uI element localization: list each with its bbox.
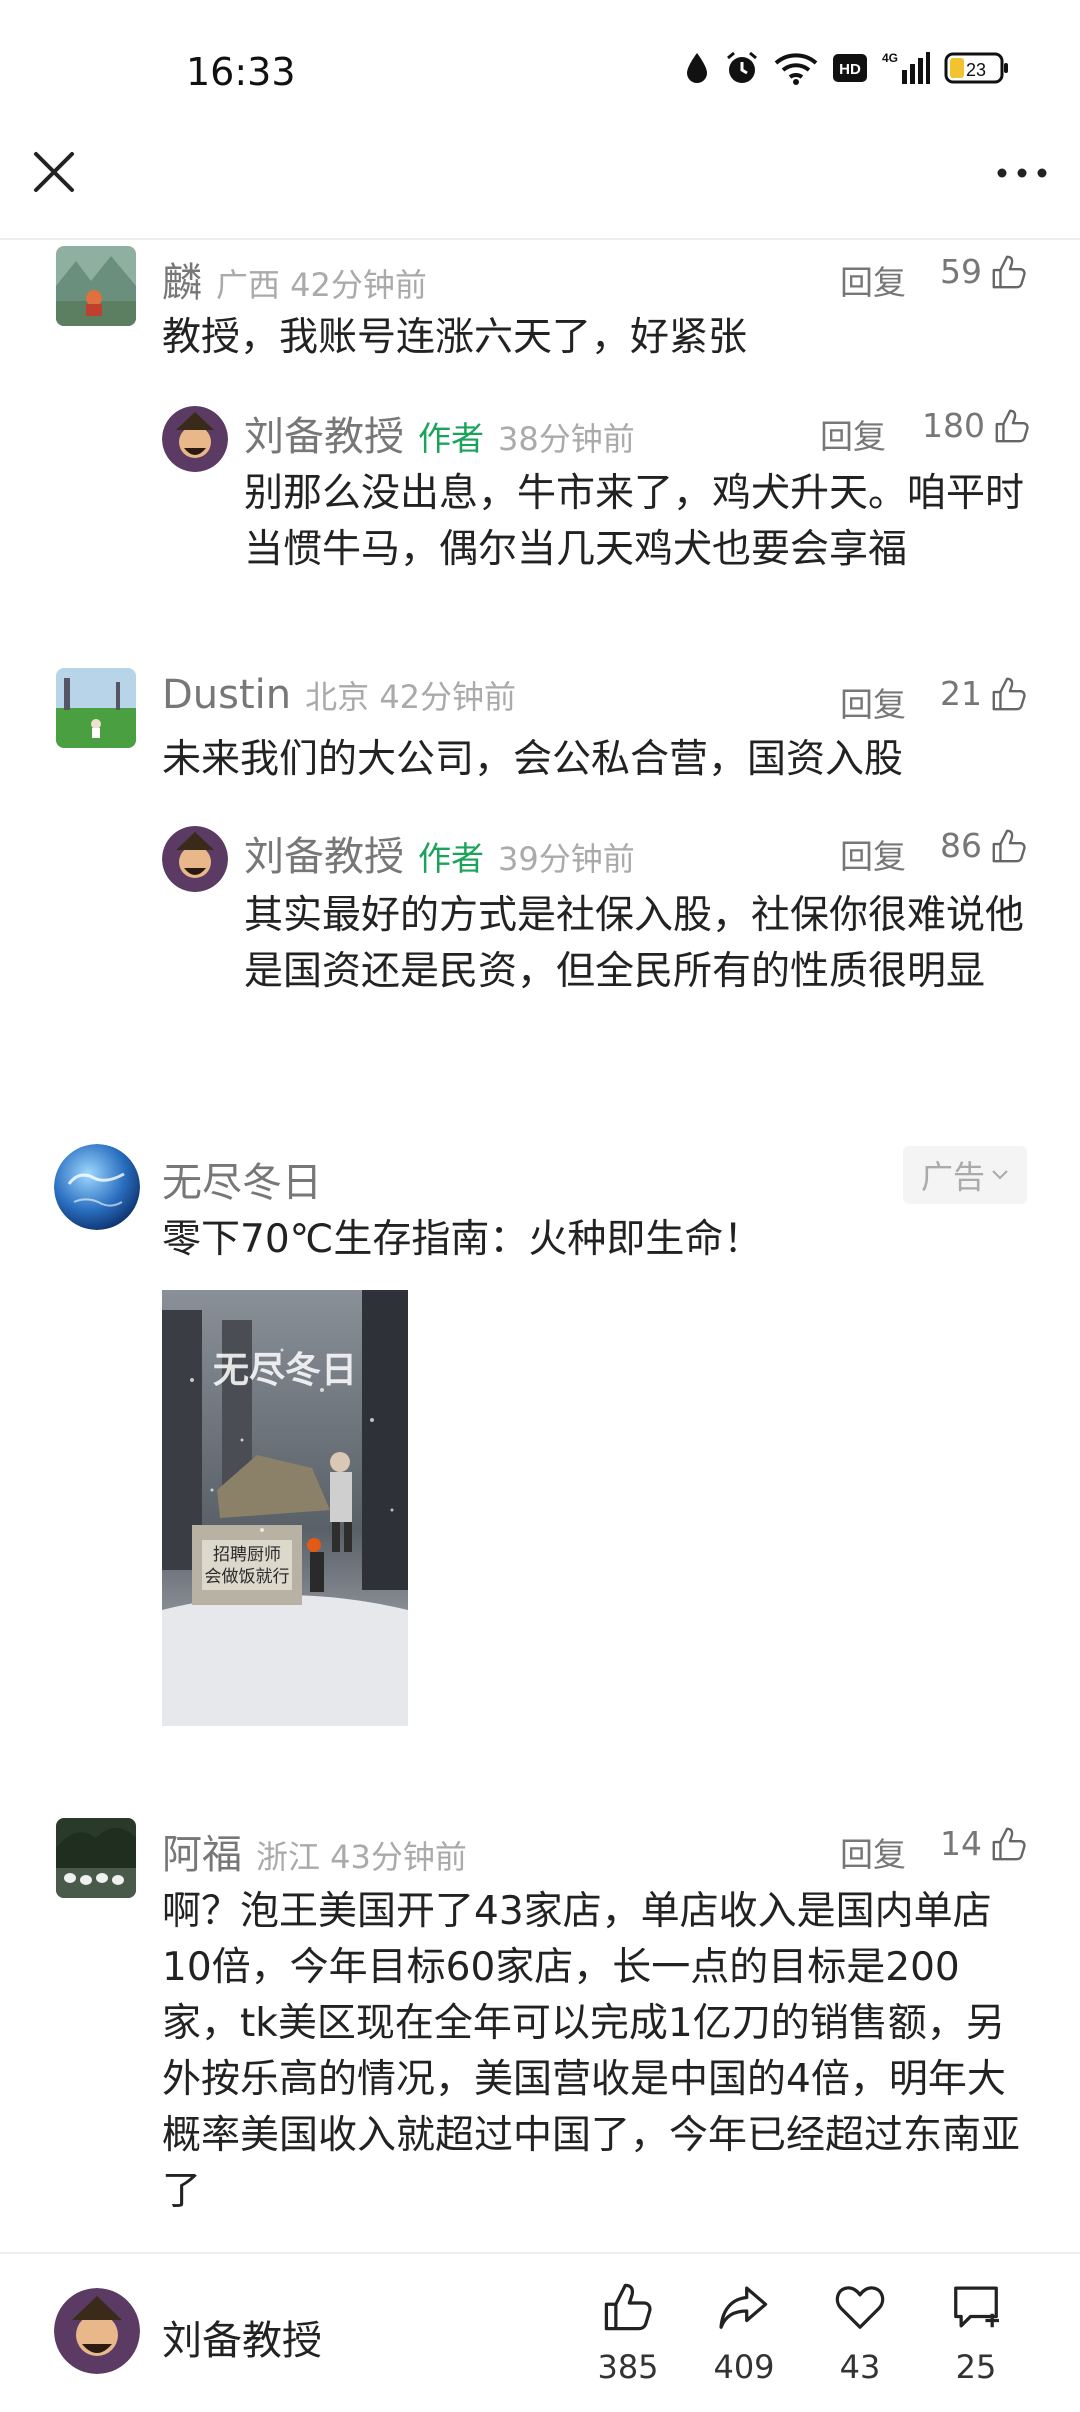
wifi-icon	[774, 53, 818, 85]
reply-avatar[interactable]	[162, 406, 228, 472]
close-icon[interactable]	[30, 148, 78, 196]
like-button[interactable]: 86	[940, 826, 1028, 865]
like-action[interactable]: 385	[578, 2280, 678, 2386]
ad-image[interactable]: 无尽冬日 招聘厨师 会做饭就行	[162, 1290, 408, 1726]
comment-add-icon	[954, 2286, 999, 2328]
favorite-action-count: 43	[839, 2348, 881, 2386]
ad-image-sign-line1: 招聘厨师	[213, 1545, 281, 1565]
comment-text: 啊？泡王美国开了43家店，单店收入是国内单店10倍，今年目标60家店，长一点的目…	[162, 1889, 1021, 2214]
comment-location-time: 北京 42分钟前	[305, 678, 517, 716]
battery-icon: 23	[944, 52, 1008, 84]
favorite-action[interactable]: 43	[810, 2280, 910, 2386]
reply-time: 39分钟前	[498, 840, 635, 878]
avatar[interactable]	[56, 246, 136, 326]
like-count: 14	[940, 1824, 982, 1863]
comment-action[interactable]: 25	[926, 2280, 1026, 2386]
comment-meta: Dustin 北京 42分钟前	[162, 672, 516, 718]
like-button[interactable]: 180	[922, 406, 1031, 445]
drop-icon	[687, 53, 707, 83]
ad-meta: 无尽冬日	[162, 1150, 322, 1208]
author-tag: 作者	[418, 419, 484, 458]
signal-icon: 4G	[882, 51, 930, 84]
thumbs-up-icon	[992, 255, 1026, 288]
reply-avatar[interactable]	[162, 826, 228, 892]
comment-text: 未来我们的大公司，会公私合营，国资入股	[162, 737, 904, 782]
hd-icon: HD	[833, 54, 867, 82]
thumbs-up-icon	[992, 1827, 1026, 1860]
reply-button[interactable]: 回复	[840, 830, 906, 878]
status-time: 16:33	[186, 50, 296, 94]
share-action[interactable]: 409	[694, 2280, 794, 2386]
reply-text: 别那么没出息，牛市来了，鸡犬升天。咱平时当惯牛马，偶尔当几天鸡犬也要会享福	[244, 471, 1025, 572]
reply-meta: 刘备教授 作者 38分钟前	[244, 404, 635, 462]
share-icon	[719, 2286, 768, 2329]
comment-text: 教授，我账号连涨六天了，好紧张	[162, 315, 748, 360]
status-icons: HD 4G 23	[684, 50, 1010, 86]
like-count: 21	[940, 674, 982, 713]
like-button[interactable]: 21	[940, 674, 1028, 713]
commenter-name[interactable]: Dustin	[162, 672, 291, 718]
like-button[interactable]: 59	[940, 252, 1028, 291]
comment-location-time: 浙江 43分钟前	[256, 1838, 467, 1876]
ad-image-sign-line2: 会做饭就行	[205, 1567, 290, 1587]
thumbs-up-icon	[992, 677, 1026, 710]
avatar[interactable]	[56, 1818, 136, 1898]
like-button[interactable]: 14	[940, 1824, 1028, 1863]
comment-location-time: 广西 42分钟前	[216, 266, 427, 304]
author-avatar[interactable]	[54, 2288, 140, 2374]
reply-button[interactable]: 回复	[820, 410, 886, 458]
share-action-count: 409	[713, 2348, 775, 2386]
commenter-name[interactable]: 阿福	[162, 1822, 242, 1880]
ad-image-title: 无尽冬日	[213, 1350, 357, 1391]
like-action-count: 385	[597, 2348, 659, 2386]
reply-text: 其实最好的方式是社保入股，社保你很难说他是国资还是民资，但全民所有的性质很明显	[244, 893, 1025, 994]
ad-badge-label: 广告	[920, 1158, 985, 1196]
comment-meta: 阿福 浙江 43分钟前	[162, 1822, 467, 1880]
comment-action-count: 25	[955, 2348, 997, 2386]
ad-text: 零下70℃生存指南：火种即生命！	[162, 1217, 763, 1262]
status-bar: 16:33 HD 4G 23	[0, 0, 1080, 140]
avatar[interactable]	[56, 668, 136, 748]
thumbs-up-icon	[995, 409, 1029, 442]
reply-meta: 刘备教授 作者 39分钟前	[244, 824, 635, 882]
author-name[interactable]: 刘备教授	[162, 2308, 322, 2366]
svg-text:HD: HD	[839, 61, 861, 78]
more-icon[interactable]	[994, 158, 1050, 188]
alarm-icon	[727, 51, 757, 83]
reply-author-name[interactable]: 刘备教授	[244, 824, 404, 882]
ad-badge[interactable]: 广告	[903, 1146, 1027, 1204]
commenter-name[interactable]: 麟	[162, 250, 202, 308]
reply-button[interactable]: 回复	[840, 256, 906, 304]
like-count: 59	[940, 252, 982, 291]
reply-button[interactable]: 回复	[840, 1828, 906, 1876]
like-count: 180	[922, 406, 985, 445]
reply-button[interactable]: 回复	[840, 678, 906, 726]
reply-author-name[interactable]: 刘备教授	[244, 404, 404, 462]
like-count: 86	[940, 826, 982, 865]
chevron-down-icon	[992, 1170, 1008, 1180]
ad-avatar[interactable]	[54, 1144, 140, 1230]
comment-meta: 麟 广西 42分钟前	[162, 250, 427, 308]
thumbs-up-icon	[992, 829, 1026, 862]
reply-time: 38分钟前	[498, 420, 635, 458]
thumbs-up-icon	[604, 2283, 652, 2331]
svg-text:23: 23	[966, 60, 986, 80]
author-tag: 作者	[418, 839, 484, 878]
svg-text:4G: 4G	[882, 51, 898, 65]
heart-icon	[835, 2286, 885, 2329]
top-bar	[0, 140, 1080, 240]
advertiser-name[interactable]: 无尽冬日	[162, 1150, 322, 1208]
